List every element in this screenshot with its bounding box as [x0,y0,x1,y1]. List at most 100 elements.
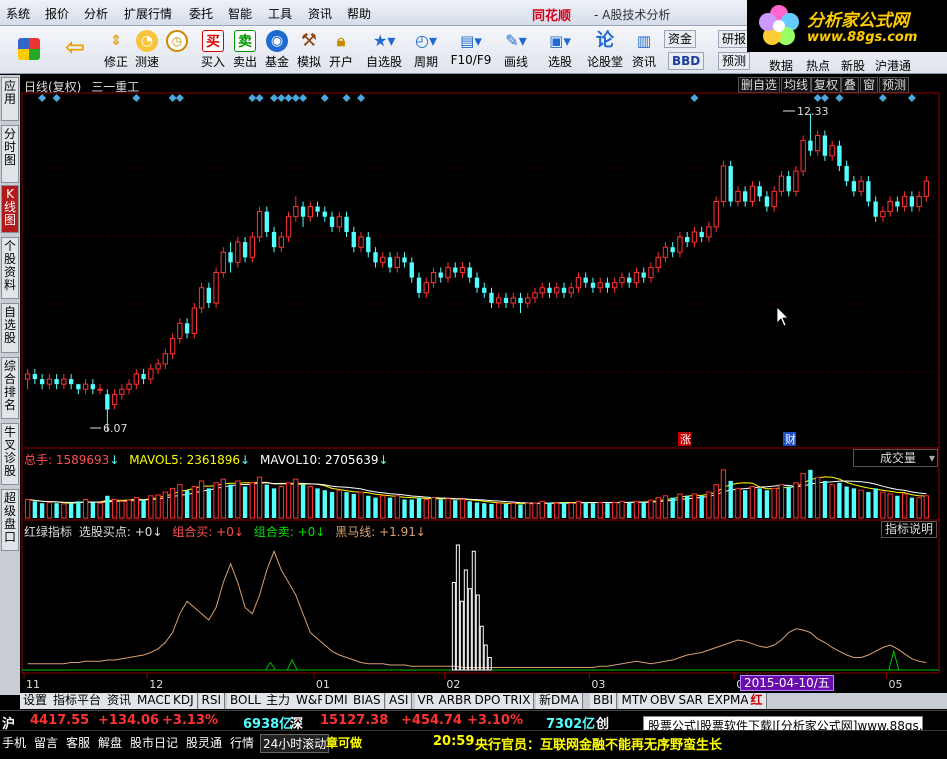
indicator-tab-12[interactable]: VR [414,693,439,709]
signal-diamond-icon [168,94,177,102]
signal-diamonds [38,94,916,102]
candle-body [641,272,646,278]
candle-body [873,201,878,217]
volume-bar [677,493,683,519]
indicator-spike [479,625,484,671]
status-service[interactable]: 客服 [66,734,90,751]
signal-diamond-icon [52,94,61,102]
indicator-tab-13[interactable]: ARBR [435,693,476,709]
mavol10-label: MAVOL10: [259,453,326,467]
signal-diamond-icon [248,94,257,102]
price-grid [22,167,939,373]
volume-bar [307,486,313,519]
indicator-tab-9[interactable]: DMI [321,693,352,709]
candle-body [844,165,849,182]
volume-bar [735,487,741,519]
indicator-tab-17[interactable]: BBI [590,693,618,709]
volume-selector[interactable]: 成交量 ▾ [853,449,938,467]
signal-diamond-icon [299,94,308,102]
volume-bar [641,502,646,518]
indicator-tab-5[interactable]: RSI [198,693,225,709]
candle-body [612,282,618,289]
indicator-tab-22[interactable]: 红 [747,693,767,709]
volume-bar [851,488,857,518]
indicator-tab-21[interactable]: EXPMA [704,693,753,709]
status-genie[interactable]: 股灵通 [186,734,222,751]
indicator-tab-4[interactable]: KDJ [170,693,198,709]
volume-bar [358,491,364,519]
signal-diamond-icon [907,94,916,102]
volume-bar [293,478,299,519]
indicator-tab-2[interactable]: 资讯 [104,693,136,709]
candle-body [662,246,669,258]
volume-bar [547,502,552,518]
candle-body [336,216,342,228]
indicator-spike [487,657,492,671]
indicator-tab-15[interactable]: TRIX [500,693,535,709]
volume-bar [90,502,96,518]
volume-bar [264,484,269,518]
candle-body [699,231,704,238]
indicator-tab-6[interactable]: BOLL [227,693,265,709]
volume-bar [691,493,698,519]
status-diary[interactable]: 股市日记 [130,734,178,751]
candle-body [111,393,118,405]
volume-bar [685,495,690,518]
status-rolling[interactable]: 24小时滚动 [260,734,330,753]
candle-body [837,145,842,166]
volume-bar [837,482,842,518]
buy-point-value: +0 [134,525,153,539]
candle-body [459,266,466,274]
candles-layer [24,113,930,432]
candle-body [445,266,451,279]
indicator-tab-1[interactable]: 指标平台 [50,693,106,709]
volume-bar [423,498,429,519]
candle-body [829,145,835,157]
candle-body [561,287,567,293]
volume-bar [285,482,292,519]
volume-bar [394,495,400,519]
indicator-tab-10[interactable]: BIAS [350,693,385,709]
news-headline[interactable]: 央行官员：互联网金融不能再无序野蛮生长 [475,734,722,753]
candle-body [851,181,857,192]
status-analysis[interactable]: 解盘 [98,734,122,751]
candle-body [351,231,356,248]
indicator-help-button[interactable]: 指标说明 [881,521,938,538]
candle-body [901,195,908,208]
status-quotes[interactable]: 行情 [230,734,254,751]
volume-bar [670,497,675,518]
volume-bar [612,501,618,519]
sz-index-change: +454.74 [401,713,463,728]
candle-body [300,206,306,217]
status-message[interactable]: 留言 [34,734,58,751]
candle-body [923,180,930,197]
candle-body [416,277,422,293]
indicator-tab-20[interactable]: SAR [675,693,707,709]
volume-total-label: 总手: [24,453,56,467]
volume-bar [169,487,176,519]
signal-diamond-icon [320,94,329,102]
candle-body [677,236,683,253]
volume-bar [271,488,277,518]
candle-body [344,216,349,232]
volume-bar [133,497,140,519]
indicator-tab-11[interactable]: ASI [386,693,413,709]
indicator-tab-0[interactable]: 设置 [20,693,52,709]
x-tick-label: 12 [149,678,163,691]
signal-diamond-icon [277,94,286,102]
indicator-tab-7[interactable]: 主力 [263,693,295,709]
candle-body [90,384,96,390]
volume-bar [278,486,284,519]
status-mobile[interactable]: 手机 [2,734,26,751]
candle-body [525,297,531,304]
volume-bar [728,480,733,518]
candle-body [583,277,588,283]
candle-body [278,236,284,248]
candle-body [757,186,762,197]
kline-chart[interactable]: 11120102030405 12.33 6.07 涨 财 [0,0,947,693]
indicator-name[interactable]: 红绿指标 [24,525,72,539]
indicator-tab-16[interactable]: 新DMA [536,693,583,709]
x-tick-label: 05 [889,678,903,691]
candle-body [402,257,407,263]
indicator-tabs: 设置 指标平台 资讯 MACD KDJ RSI BOLL 主力 W&R DMI BIAS ASI VR A… [20,693,947,709]
